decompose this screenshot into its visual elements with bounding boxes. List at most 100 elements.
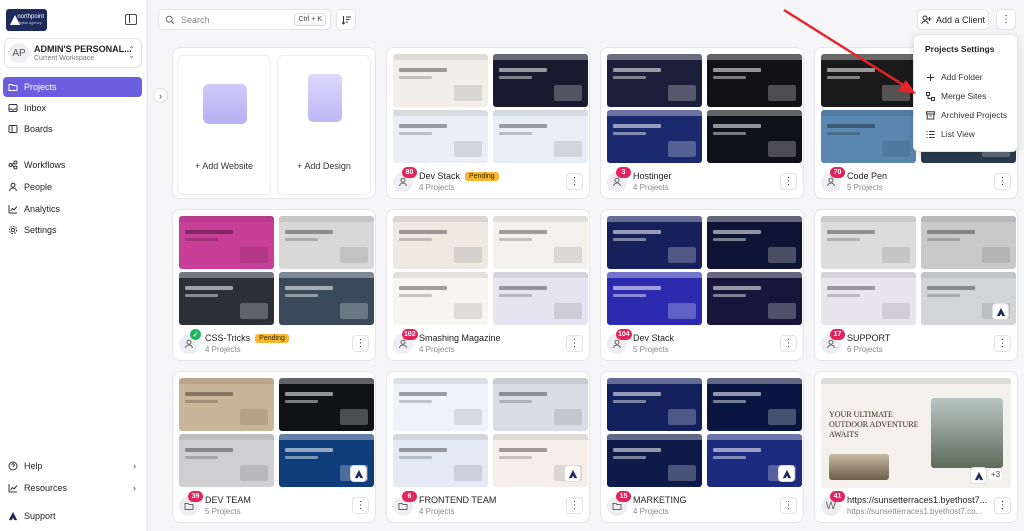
sort-button[interactable]: [336, 9, 356, 30]
client-card[interactable]: ✓ CSS-Tricks Pending 4 Projects ⋮: [172, 209, 376, 361]
site-thumbnail[interactable]: [493, 110, 588, 163]
site-thumbnail[interactable]: [179, 434, 274, 487]
workspace-switcher[interactable]: AP ADMIN'S PERSONAL... Current Workspace…: [4, 38, 142, 68]
site-thumbnail[interactable]: [607, 54, 702, 107]
sidebar-collapse-icon[interactable]: [125, 14, 137, 25]
card-menu-button[interactable]: ⋮: [352, 335, 369, 352]
client-name-row[interactable]: Dev Stack: [633, 333, 674, 343]
card-menu-button[interactable]: ⋮: [780, 173, 797, 190]
sidebar-item-boards[interactable]: Boards: [3, 119, 142, 139]
site-thumbnail[interactable]: [279, 378, 374, 431]
sidebar-item-label: Boards: [24, 124, 53, 134]
sidebar-item-people[interactable]: People: [3, 177, 142, 197]
client-card[interactable]: 104 Dev Stack 5 Projects ⋮: [600, 209, 804, 361]
client-card[interactable]: 6 FRONTEND TEAM 4 Projects ⋮: [386, 371, 590, 523]
card-menu-button[interactable]: ⋮: [780, 497, 797, 514]
menu-item-merge-sites[interactable]: Merge Sites: [926, 91, 986, 101]
add-website-button[interactable]: + Add Website: [177, 55, 271, 195]
card-menu-button[interactable]: ⋮: [780, 335, 797, 352]
site-thumbnail[interactable]: [607, 110, 702, 163]
sidebar-item-resources[interactable]: Resources ›: [3, 478, 142, 498]
site-thumbnail[interactable]: [921, 216, 1016, 269]
site-thumbnail[interactable]: [607, 216, 702, 269]
site-thumbnail[interactable]: [493, 216, 588, 269]
sidebar-item-settings[interactable]: Settings: [3, 220, 142, 240]
client-name-row[interactable]: SUPPORT: [847, 333, 890, 343]
site-thumbnail[interactable]: [393, 216, 488, 269]
client-card[interactable]: YOUR ULTIMATE OUTDOOR ADVENTURE AWAITS +3…: [814, 371, 1018, 523]
inbox-icon: [8, 103, 18, 113]
menu-item-list-view[interactable]: List View: [926, 129, 975, 139]
site-thumbnail[interactable]: [607, 272, 702, 325]
site-thumbnail[interactable]: [707, 216, 802, 269]
client-card[interactable]: 15 MARKETING 4 Projects ⋮: [600, 371, 804, 523]
site-thumbnail[interactable]: [821, 110, 916, 163]
search-input[interactable]: Search Ctrl + K: [158, 9, 331, 30]
site-thumbnail[interactable]: [821, 54, 916, 107]
site-thumbnail[interactable]: [179, 378, 274, 431]
site-thumbnail[interactable]: [493, 54, 588, 107]
site-thumbnail[interactable]: [607, 434, 702, 487]
expand-panel-button[interactable]: ›: [153, 88, 168, 103]
site-thumbnail[interactable]: [393, 378, 488, 431]
client-card[interactable]: 17 SUPPORT 6 Projects ⋮: [814, 209, 1018, 361]
card-menu-button[interactable]: ⋮: [352, 497, 369, 514]
site-thumbnail[interactable]: [179, 216, 274, 269]
sidebar-item-projects[interactable]: Projects: [3, 77, 142, 97]
card-menu-button[interactable]: ⋮: [994, 335, 1011, 352]
menu-item-archived-projects[interactable]: Archived Projects: [926, 110, 1007, 120]
site-thumbnail[interactable]: [821, 272, 916, 325]
card-menu-button[interactable]: ⋮: [566, 497, 583, 514]
client-name-row[interactable]: DEV TEAM: [205, 495, 251, 505]
logo-icon: [9, 14, 21, 26]
site-thumbnail[interactable]: [707, 378, 802, 431]
client-name-row[interactable]: CSS-Tricks Pending: [205, 333, 289, 343]
client-name-row[interactable]: Hostinger: [633, 171, 672, 181]
card-menu-button[interactable]: ⋮: [994, 173, 1011, 190]
site-thumbnail[interactable]: [493, 272, 588, 325]
sidebar-item-workflows[interactable]: Workflows: [3, 155, 142, 175]
card-menu-button[interactable]: ⋮: [566, 173, 583, 190]
client-name-row[interactable]: Code Pen: [847, 171, 887, 181]
sidebar-item-support[interactable]: Support: [3, 506, 142, 526]
site-thumbnail[interactable]: [607, 378, 702, 431]
sidebar-item-inbox[interactable]: Inbox: [3, 98, 142, 118]
folder-icon: [8, 82, 18, 92]
site-thumbnail[interactable]: [279, 216, 374, 269]
add-design-label: + Add Design: [297, 161, 351, 171]
add-design-button[interactable]: + Add Design: [277, 55, 371, 195]
kebab-icon: ⋮: [997, 338, 1008, 349]
menu-item-add-folder[interactable]: Add Folder: [926, 72, 983, 82]
site-thumbnail[interactable]: [821, 216, 916, 269]
client-name-row[interactable]: Dev Stack Pending: [419, 171, 499, 181]
site-thumbnail[interactable]: [393, 434, 488, 487]
site-thumbnail[interactable]: [707, 54, 802, 107]
card-menu-button[interactable]: ⋮: [566, 335, 583, 352]
client-card[interactable]: 102 Smashing Magazine 4 Projects ⋮: [386, 209, 590, 361]
client-name-row[interactable]: https://sunsetterraces1.byethost7...: [847, 495, 987, 505]
client-card[interactable]: 80 Dev Stack Pending 4 Projects ⋮: [386, 47, 590, 199]
client-name-row[interactable]: Smashing Magazine: [419, 333, 501, 343]
client-card[interactable]: 3 Hostinger 4 Projects ⋮: [600, 47, 804, 199]
site-thumbnail[interactable]: [393, 54, 488, 107]
notification-badge: 17: [830, 329, 845, 340]
more-projects-count[interactable]: +3: [989, 469, 1003, 480]
add-client-button[interactable]: Add a Client: [917, 9, 989, 30]
site-thumbnail[interactable]: [493, 378, 588, 431]
client-name-row[interactable]: MARKETING: [633, 495, 687, 505]
site-thumbnail[interactable]: [393, 272, 488, 325]
site-thumbnail[interactable]: [179, 272, 274, 325]
site-thumbnail[interactable]: [279, 272, 374, 325]
sidebar-item-label: Settings: [24, 225, 57, 235]
brand-logo[interactable]: northpoint digital agency: [6, 9, 47, 31]
card-menu-button[interactable]: ⋮: [994, 497, 1011, 514]
site-thumbnail[interactable]: [707, 272, 802, 325]
sidebar-item-help[interactable]: Help ›: [3, 456, 142, 476]
kebab-icon: ⋮: [783, 338, 794, 349]
more-options-button[interactable]: ⋮: [996, 9, 1016, 30]
site-thumbnail[interactable]: [393, 110, 488, 163]
sidebar-item-analytics[interactable]: Analytics: [3, 199, 142, 219]
client-card[interactable]: 39 DEV TEAM 5 Projects ⋮: [172, 371, 376, 523]
client-name-row[interactable]: FRONTEND TEAM: [419, 495, 496, 505]
site-thumbnail[interactable]: [707, 110, 802, 163]
